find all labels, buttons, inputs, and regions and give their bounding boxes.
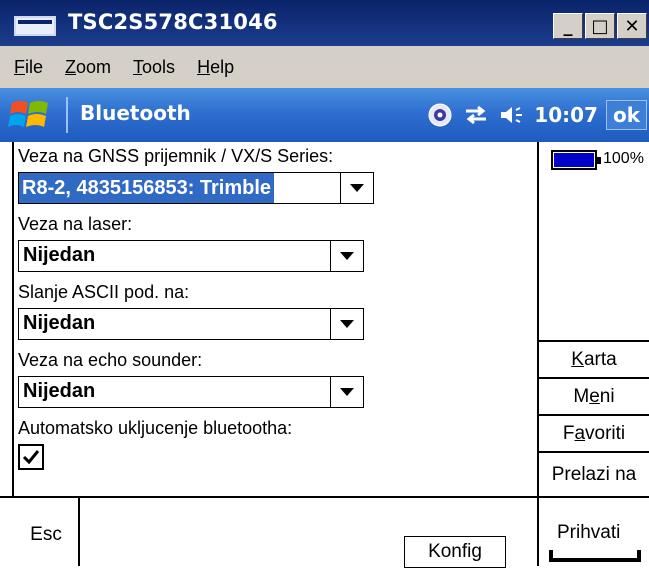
battery-icon (551, 150, 601, 170)
minimize-button[interactable]: _ (553, 13, 583, 39)
ascii-label: Slanje ASCII pod. na: (18, 282, 190, 302)
ascii-output-select[interactable]: Nijedan (18, 308, 364, 340)
chevron-down-icon[interactable] (330, 241, 363, 271)
menu-file[interactable]: File (12, 55, 45, 80)
device-header: Bluetooth 10:07 ok (0, 88, 649, 142)
prihvati-button[interactable]: Prihvati (537, 498, 649, 566)
konfig-button[interactable]: Konfig (404, 536, 506, 568)
laser-label: Veza na laser: (18, 214, 133, 234)
clock-time[interactable]: 10:07 (534, 103, 598, 127)
prihvati-label: Prihvati (557, 522, 621, 543)
close-button[interactable]: ✕ (617, 13, 647, 39)
menu-help[interactable]: Help (195, 55, 236, 80)
gnss-receiver-select[interactable]: R8-2, 4835156853: Trimble (18, 172, 374, 204)
window-title: TSC2S578C31046 (68, 10, 278, 34)
windows-start-icon[interactable] (8, 97, 52, 133)
chevron-down-icon[interactable] (330, 377, 363, 407)
check-icon (22, 450, 40, 465)
ok-button[interactable]: ok (605, 100, 647, 130)
chevron-down-icon[interactable] (340, 173, 373, 203)
karta-button[interactable]: Karta (539, 340, 649, 377)
volume-icon[interactable] (498, 101, 526, 129)
chevron-down-icon[interactable] (330, 309, 363, 339)
maximize-button[interactable]: □ (585, 13, 615, 39)
prelazi-na-button[interactable]: Prelazi na (539, 451, 649, 496)
laser-select[interactable]: Nijedan (18, 240, 364, 272)
menu-tools[interactable]: Tools (131, 55, 177, 80)
header-separator (66, 97, 68, 133)
connectivity-icon[interactable] (462, 101, 490, 129)
enter-key-indicator (549, 550, 641, 562)
favoriti-button[interactable]: Fa voriti (539, 414, 649, 451)
menu-bar: File Zoom Tools Help (0, 46, 649, 89)
echo-sounder-value: Nijedan (23, 380, 96, 402)
gnss-receiver-value: R8-2, 4835156853: Trimble (19, 173, 275, 203)
battery-percent: 100% (603, 150, 644, 167)
right-softkey-panel: 100% Karta Me ni Fa voriti Prelazi na (537, 142, 649, 496)
ascii-output-value: Nijedan (23, 312, 96, 334)
app-window-icon (14, 16, 56, 36)
battery-level-fill (554, 153, 594, 167)
echo-label: Veza na echo sounder: (18, 350, 203, 370)
bottom-softkey-bar: Esc Konfig Prihvati (0, 496, 649, 568)
meni-button[interactable]: Me ni (539, 377, 649, 414)
laser-value: Nijedan (23, 244, 96, 266)
auto-bluetooth-label: Automatsko ukljucenje bluetootha: (18, 418, 293, 438)
gnss-label: Veza na GNSS prijemnik / VX/S Series: (18, 146, 334, 166)
auto-bluetooth-checkbox[interactable] (18, 444, 44, 470)
esc-button[interactable]: Esc (14, 498, 80, 566)
page-title: Bluetooth (80, 101, 191, 125)
settings-form: Veza na GNSS prijemnik / VX/S Series: R8… (12, 142, 537, 496)
window-title-bar: TSC2S578C31046 _ □ ✕ (0, 0, 649, 46)
menu-zoom[interactable]: Zoom (63, 55, 113, 80)
echo-sounder-select[interactable]: Nijedan (18, 376, 364, 408)
bluetooth-icon[interactable] (426, 101, 454, 129)
